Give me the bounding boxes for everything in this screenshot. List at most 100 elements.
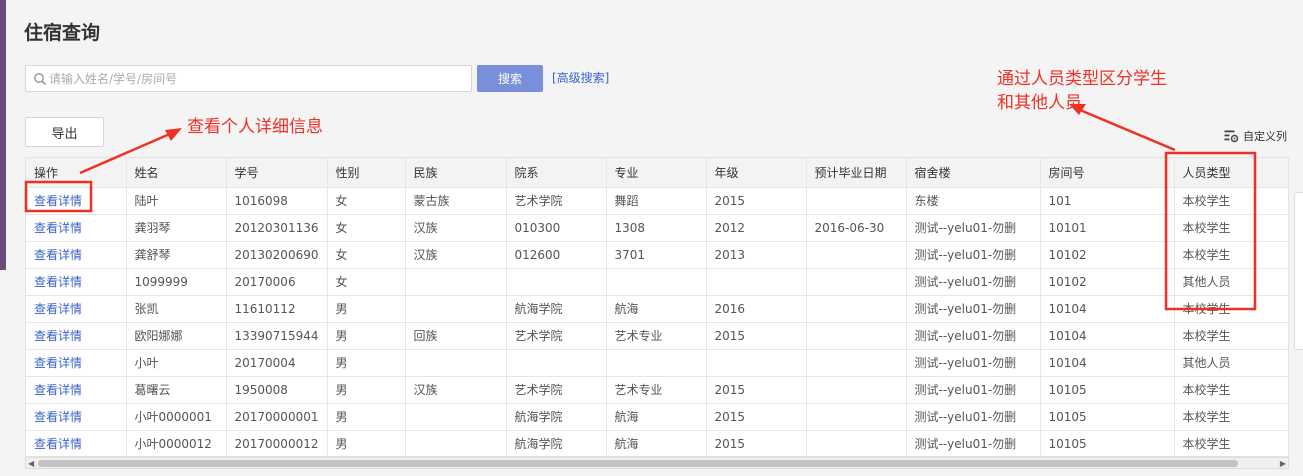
cell-room: 10104 (1040, 295, 1175, 323)
cell-name: 龚舒琴 (126, 241, 227, 269)
cell-student-id: 20170006 (226, 268, 328, 296)
table-row: 查看详情 小叶0000012 20170000012 男 航海学院 航海 2015 测试--y… (26, 430, 1288, 456)
table-row: 查看详情 陆叶 1016098 女蒙古族 艺术学院 舞蹈 2015 东楼 101 本校学生 (26, 187, 1288, 215)
cell-name: 陆叶 (126, 187, 227, 215)
cell-graduation (806, 295, 907, 323)
column-header[interactable]: 操作 (26, 158, 127, 188)
annotation-view-details: 查看个人详细信息 (187, 117, 323, 137)
cell-building: 测试--yelu01-勿删 (906, 268, 1041, 296)
scroll-right-icon[interactable]: ▶ (1280, 459, 1286, 468)
column-header[interactable]: 人员类型 (1174, 158, 1288, 188)
cell-major: 艺术专业 (606, 376, 707, 404)
cell-ethnicity: 回族 (405, 322, 507, 350)
cell-graduation (806, 403, 907, 431)
side-panel-tab[interactable] (1294, 192, 1303, 350)
column-header[interactable]: 宿舍楼 (906, 158, 1041, 188)
column-header[interactable]: 房间号 (1040, 158, 1175, 188)
column-header[interactable]: 专业 (606, 158, 707, 188)
cell-ethnicity: 汉族 (405, 241, 507, 269)
cell-major (606, 349, 707, 377)
annotation-person-type-line1: 通过人员类型区分学生 (997, 69, 1167, 89)
cell-ethnicity (405, 430, 507, 456)
cell-type: 其他人员 (1174, 268, 1288, 296)
column-header[interactable]: 院系 (506, 158, 607, 188)
scroll-left-icon[interactable]: ◀ (28, 459, 34, 468)
cell-name: 龚羽琴 (126, 214, 227, 242)
cell-room: 10105 (1040, 376, 1175, 404)
cell-department: 艺术学院 (506, 376, 607, 404)
cell-major: 航海 (606, 430, 707, 456)
cell-student-id: 20170004 (226, 349, 328, 377)
cell-building: 测试--yelu01-勿删 (906, 241, 1041, 269)
view-details-link[interactable]: 查看详情 (26, 430, 127, 456)
cell-grade: 2015 (706, 430, 807, 456)
view-details-link[interactable]: 查看详情 (26, 241, 127, 269)
cell-student-id: 11610112 (226, 295, 328, 323)
cell-room: 10102 (1040, 268, 1175, 296)
column-header[interactable]: 预计毕业日期 (806, 158, 907, 188)
cell-graduation (806, 430, 907, 456)
cell-type: 本校学生 (1174, 322, 1288, 350)
cell-building: 测试--yelu01-勿删 (906, 376, 1041, 404)
scrollbar-thumb[interactable] (38, 460, 1238, 467)
column-header[interactable]: 民族 (405, 158, 507, 188)
advanced-search-link[interactable]: [高级搜索] (552, 69, 609, 86)
cell-gender: 男 (327, 295, 406, 323)
cell-room: 10104 (1040, 322, 1175, 350)
cell-type: 本校学生 (1174, 187, 1288, 215)
results-table: 操作 姓名 学号 性别 民族 院系 专业 年级 预计毕业日期 宿舍楼 房间号 人员类型 查看详情 陆叶 1… (25, 157, 1289, 457)
cell-ethnicity (405, 349, 507, 377)
view-details-link[interactable]: 查看详情 (26, 322, 127, 350)
cell-ethnicity: 汉族 (405, 214, 507, 242)
export-button[interactable]: 导出 (25, 117, 104, 147)
column-header[interactable]: 姓名 (126, 158, 227, 188)
cell-ethnicity (405, 403, 507, 431)
search-input[interactable] (49, 66, 469, 91)
cell-grade: 2013 (706, 241, 807, 269)
cell-gender: 男 (327, 376, 406, 404)
cell-student-id: 1016098 (226, 187, 328, 215)
view-details-link[interactable]: 查看详情 (26, 187, 127, 215)
cell-room: 10105 (1040, 430, 1175, 456)
cell-type: 本校学生 (1174, 295, 1288, 323)
table-row: 查看详情 龚舒琴 20130200690 女汉族 012600 3701 2013 测试--y… (26, 241, 1288, 269)
view-details-link[interactable]: 查看详情 (26, 376, 127, 404)
cell-name: 张凯 (126, 295, 227, 323)
cell-grade: 2015 (706, 403, 807, 431)
cell-major (606, 268, 707, 296)
table-row: 查看详情 1099999 20170006 女 测试--yelu01-勿删 10102 其他… (26, 268, 1288, 296)
search-box[interactable] (25, 65, 472, 92)
cell-type: 其他人员 (1174, 349, 1288, 377)
cell-gender: 女 (327, 268, 406, 296)
cell-student-id: 20170000001 (226, 403, 328, 431)
cell-department: 010300 (506, 214, 607, 242)
cell-department: 航海学院 (506, 295, 607, 323)
column-settings-icon (1224, 130, 1239, 142)
cell-graduation (806, 322, 907, 350)
column-header[interactable]: 性别 (327, 158, 406, 188)
cell-name: 欧阳娜娜 (126, 322, 227, 350)
cell-major: 1308 (606, 214, 707, 242)
cell-name: 葛曙云 (126, 376, 227, 404)
cell-graduation (806, 268, 907, 296)
cell-ethnicity (405, 268, 507, 296)
horizontal-scrollbar[interactable]: ◀ ▶ (25, 457, 1289, 469)
column-header[interactable]: 学号 (226, 158, 328, 188)
cell-type: 本校学生 (1174, 241, 1288, 269)
cell-department (506, 349, 607, 377)
view-details-link[interactable]: 查看详情 (26, 214, 127, 242)
annotation-person-type-line2: 和其他人员 (997, 93, 1082, 113)
cell-name: 小叶0000012 (126, 430, 227, 456)
table-row: 查看详情 葛曙云 1950008 男汉族 艺术学院 艺术专业 2015 测试--yelu01-… (26, 376, 1288, 404)
view-details-link[interactable]: 查看详情 (26, 349, 127, 377)
view-details-link[interactable]: 查看详情 (26, 403, 127, 431)
view-details-link[interactable]: 查看详情 (26, 295, 127, 323)
cell-department: 艺术学院 (506, 187, 607, 215)
cell-ethnicity: 汉族 (405, 376, 507, 404)
column-header[interactable]: 年级 (706, 158, 807, 188)
sidebar-edge (0, 0, 6, 270)
view-details-link[interactable]: 查看详情 (26, 268, 127, 296)
search-button[interactable]: 搜索 (477, 65, 543, 92)
custom-columns-button[interactable]: 自定义列 (1224, 128, 1287, 144)
cell-major: 3701 (606, 241, 707, 269)
